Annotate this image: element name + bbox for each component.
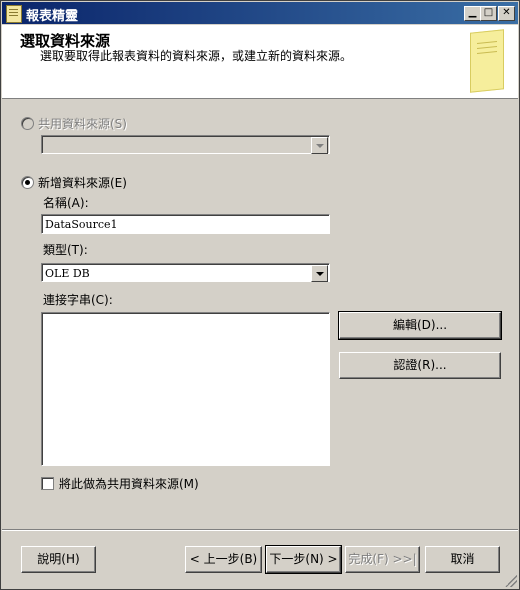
- finish-button[interactable]: 完成(F) >>|: [345, 546, 420, 573]
- chevron-down-icon[interactable]: [311, 265, 328, 282]
- help-button[interactable]: 說明(H): [21, 546, 96, 573]
- type-select[interactable]: OLE DB: [41, 263, 330, 282]
- report-wizard-window: 報表精靈 ▁ □ ✕ 選取資料來源 選取要取得此報表資料的資料來源，或建立新的資…: [0, 0, 520, 590]
- name-input-value: DataSource1: [45, 218, 118, 231]
- make-shared-label: 將此做為共用資料來源(M): [59, 477, 199, 491]
- title-bar[interactable]: 報表精靈 ▁ □ ✕: [2, 2, 518, 24]
- name-label: 名稱(A):: [43, 196, 89, 210]
- new-source-label: 新增資料來源(E): [38, 176, 127, 190]
- cancel-button[interactable]: 取消: [425, 546, 500, 573]
- wizard-header: 選取資料來源 選取要取得此報表資料的資料來源，或建立新的資料來源。: [2, 25, 518, 99]
- new-source-radio[interactable]: [21, 176, 34, 189]
- report-page-icon: [470, 29, 504, 93]
- shared-source-label: 共用資料來源(S): [38, 117, 127, 131]
- type-label: 類型(T):: [43, 243, 88, 257]
- shared-source-select[interactable]: [41, 135, 330, 154]
- connection-string-textarea[interactable]: [41, 312, 330, 466]
- footer-separator-highlight: [2, 530, 518, 531]
- maximize-button[interactable]: □: [480, 6, 497, 21]
- back-button[interactable]: < 上一步(B): [185, 546, 262, 573]
- shared-source-radio[interactable]: [21, 117, 34, 130]
- minimize-button[interactable]: ▁: [464, 6, 481, 21]
- make-shared-checkbox[interactable]: [41, 477, 54, 490]
- resize-grip-icon[interactable]: [505, 575, 517, 587]
- page-subtitle: 選取要取得此報表資料的資料來源，或建立新的資料來源。: [40, 49, 353, 63]
- edit-button[interactable]: 編輯(D)...: [338, 311, 502, 340]
- credentials-button[interactable]: 認證(R)...: [339, 352, 501, 379]
- close-button[interactable]: ✕: [498, 6, 515, 21]
- next-button[interactable]: 下一步(N) >: [265, 545, 342, 574]
- type-select-value: OLE DB: [45, 267, 90, 280]
- report-wizard-icon: [6, 5, 22, 23]
- chevron-down-icon[interactable]: [311, 137, 328, 154]
- name-input[interactable]: DataSource1: [41, 214, 330, 234]
- connection-string-label: 連接字串(C):: [43, 293, 113, 307]
- window-title: 報表精靈: [26, 9, 79, 24]
